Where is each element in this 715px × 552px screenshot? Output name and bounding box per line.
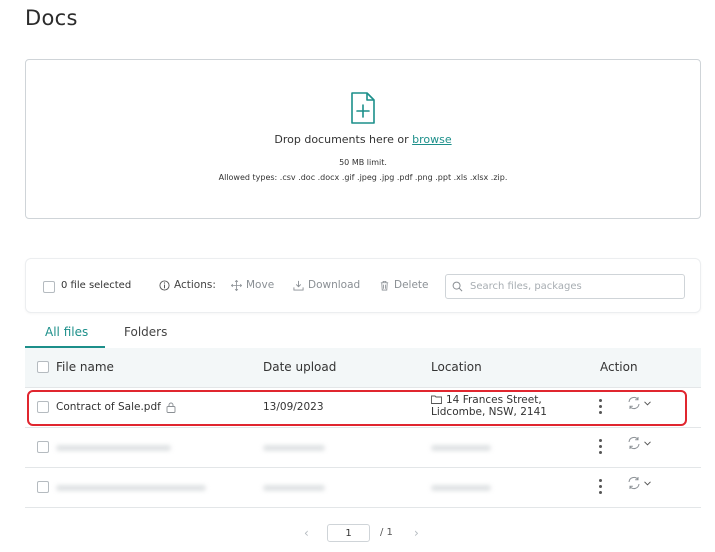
more-options-icon[interactable] [599,479,603,495]
upload-prompt: Drop documents here or browse [26,133,700,146]
upload-prompt-text: Drop documents here or [274,133,413,146]
download-icon [293,280,304,291]
files-toolbar: 0 file selected Actions: Move Download D… [25,258,701,313]
add-document-icon [351,92,375,124]
page-title: Docs [25,6,78,30]
file-tabs: All files Folders [25,322,701,349]
blurred-file-name [56,485,206,491]
next-page-icon[interactable]: › [414,526,419,540]
chevron-down-icon [644,480,651,486]
blurred-location [431,445,491,451]
sync-icon [628,436,640,450]
select-all-toolbar-checkbox[interactable] [43,281,55,293]
sync-dropdown[interactable] [627,396,651,410]
file-name[interactable]: Contract of Sale.pdf [56,401,161,413]
upload-allowed-types: Allowed types: .csv .doc .docx .gif .jpe… [218,173,508,182]
column-action: Action [600,360,638,374]
info-icon [159,279,170,291]
row-checkbox[interactable] [37,481,49,493]
blurred-date [263,485,325,491]
file-name-cell: Contract of Sale.pdf [56,401,176,413]
lock-icon [166,402,176,413]
more-options-icon[interactable] [599,399,603,415]
sync-icon [628,476,640,490]
download-button[interactable]: Download [293,279,360,291]
blurred-file-name [56,445,171,451]
date-upload-cell: 13/09/2023 [263,401,324,413]
download-label: Download [308,279,361,291]
files-table: File name Date upload Location Action Co… [25,348,701,508]
sync-dropdown[interactable] [627,476,651,490]
chevron-down-icon [644,400,651,406]
delete-label: Delete [394,279,429,291]
actions-text: Actions: [174,279,216,291]
location-cell: 14 Frances Street, Lidcombe, NSW, 2141 [431,394,547,418]
location-line-1: 14 Frances Street, [446,394,542,406]
column-date-upload[interactable]: Date upload [263,360,336,374]
selected-count: 0 file selected [61,280,132,291]
select-all-checkbox[interactable] [37,361,49,373]
move-button[interactable]: Move [231,279,274,291]
tab-folders[interactable]: Folders [124,325,167,339]
page-number-input[interactable]: 1 [327,524,370,542]
upload-limit: 50 MB limit. [339,158,387,167]
table-row[interactable] [25,468,701,508]
move-icon [231,279,242,291]
more-options-icon[interactable] [599,439,603,455]
folder-icon [431,395,442,404]
blurred-date [263,445,325,451]
table-row[interactable] [25,428,701,468]
upload-dropzone[interactable]: Drop documents here or browse 50 MB limi… [25,59,701,219]
pagination: ‹ 1 / 1 › [0,523,715,543]
row-checkbox[interactable] [37,401,49,413]
column-location: Location [431,360,482,374]
search-input[interactable] [468,280,668,293]
sync-icon [628,396,640,410]
trash-icon [380,280,389,290]
blurred-location [431,485,491,491]
move-label: Move [246,279,275,291]
tab-all-files[interactable]: All files [45,325,88,339]
table-row[interactable]: Contract of Sale.pdf 13/09/2023 14 Franc… [25,388,701,428]
table-header: File name Date upload Location Action [25,348,701,388]
sync-dropdown[interactable] [627,436,651,450]
previous-page-icon[interactable]: ‹ [304,526,309,540]
row-checkbox[interactable] [37,441,49,453]
page-total: / 1 [380,527,393,538]
docs-page: Docs Drop documents here or browse 50 MB… [0,0,715,552]
actions-label: Actions: [159,279,216,291]
location-line-2: Lidcombe, NSW, 2141 [431,406,547,418]
chevron-down-icon [644,440,651,446]
column-file-name[interactable]: File name [56,360,114,374]
browse-link[interactable]: browse [412,133,452,146]
delete-button[interactable]: Delete [379,279,429,291]
search-box[interactable] [445,274,685,299]
search-icon [452,281,463,292]
